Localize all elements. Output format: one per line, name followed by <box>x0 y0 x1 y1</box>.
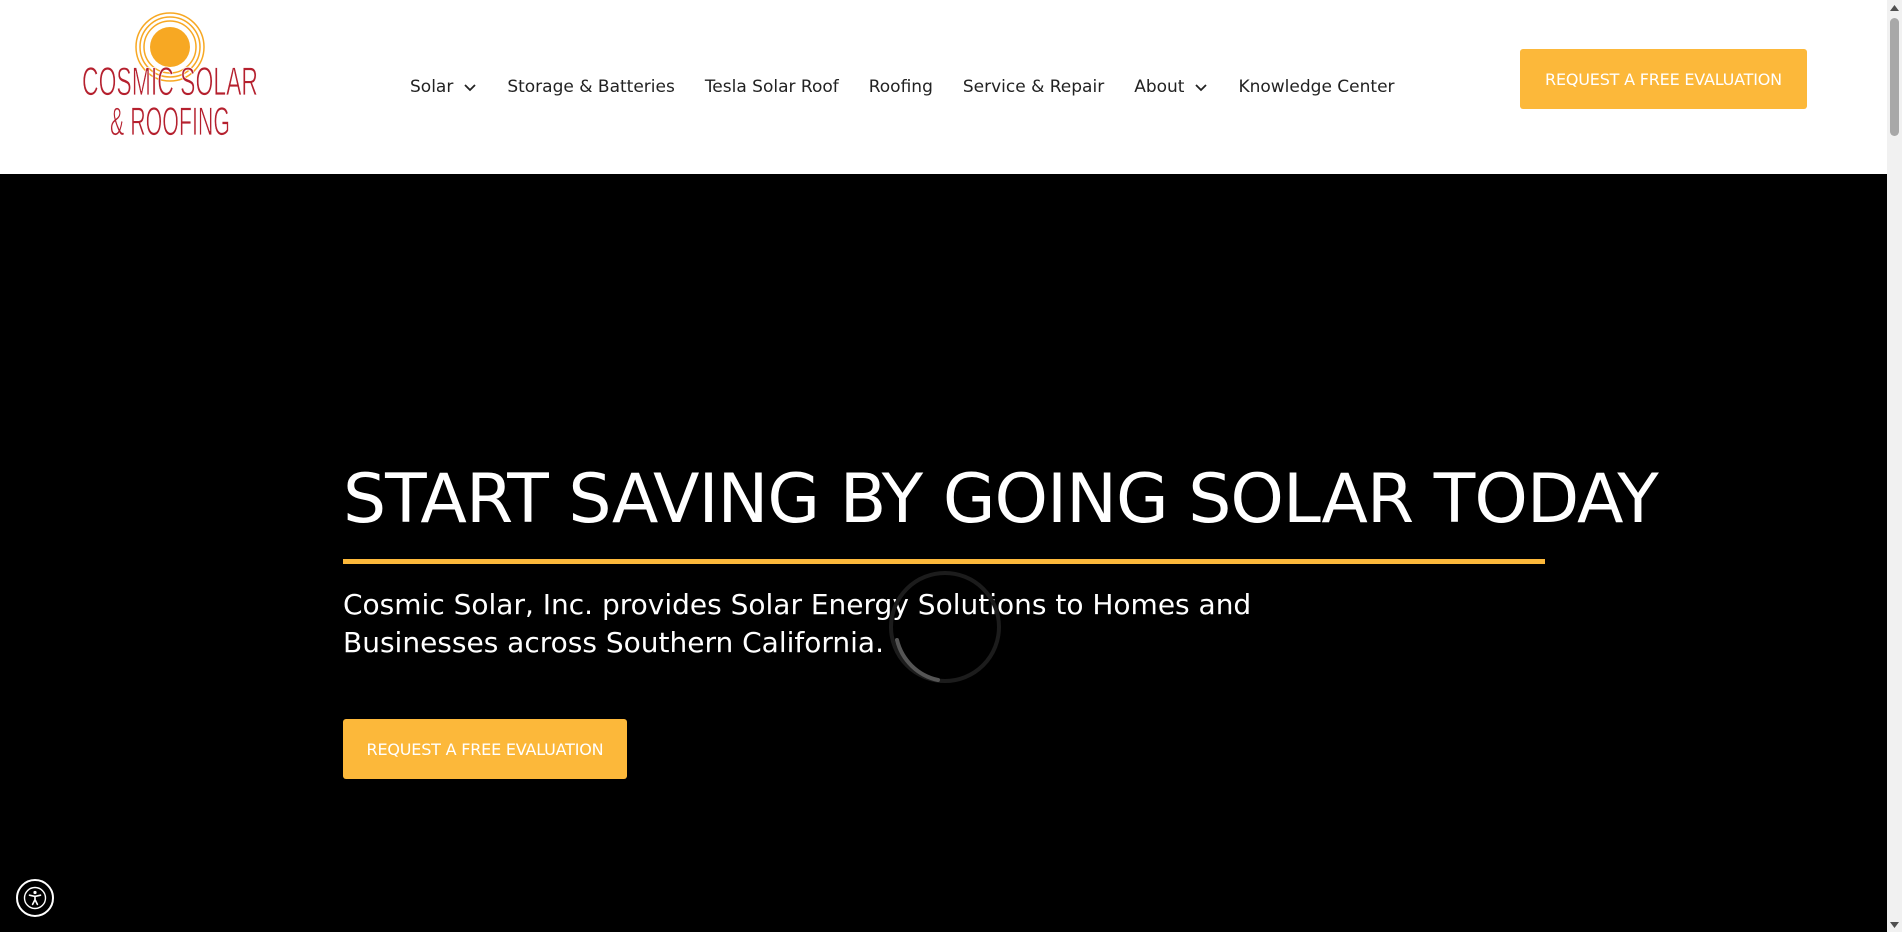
hero-section: START SAVING BY GOING SOLAR TODAY Cosmic… <box>0 174 1887 932</box>
hero-divider <box>343 559 1545 564</box>
accessibility-icon <box>23 886 47 910</box>
nav-item-about[interactable]: About <box>1134 77 1208 97</box>
nav-item-tesla-solar-roof[interactable]: Tesla Solar Roof <box>705 77 839 97</box>
nav-item-roofing[interactable]: Roofing <box>869 77 933 97</box>
page-scrollbar[interactable] <box>1887 0 1902 932</box>
scroll-down-arrow-icon[interactable] <box>1887 917 1902 932</box>
request-evaluation-button-header[interactable]: REQUEST A FREE EVALUATION <box>1520 49 1807 109</box>
scrollbar-thumb[interactable] <box>1890 18 1899 136</box>
hero-subtitle: Cosmic Solar, Inc. provides Solar Energy… <box>343 588 1252 659</box>
chevron-down-icon <box>1195 84 1208 92</box>
nav-item-label: Solar <box>410 77 454 97</box>
chevron-down-icon <box>464 84 476 92</box>
site-header: COSMIC SOLAR & ROOFING Solar Storage & B… <box>0 0 1887 174</box>
nav-item-label: Storage & Batteries <box>507 77 675 97</box>
loading-spinner-icon <box>889 571 1001 683</box>
logo-line2: & ROOFING <box>110 100 230 144</box>
nav-item-solar[interactable]: Solar <box>410 77 477 97</box>
hero-title: START SAVING BY GOING SOLAR TODAY <box>343 460 1659 539</box>
scroll-up-arrow-icon[interactable] <box>1887 0 1902 15</box>
accessibility-button[interactable] <box>16 879 54 917</box>
nav-item-label: Service & Repair <box>962 77 1105 97</box>
nav-item-storage-batteries[interactable]: Storage & Batteries <box>507 77 674 97</box>
page: COSMIC SOLAR & ROOFING Solar Storage & B… <box>0 0 1902 932</box>
cosmic-solar-logo[interactable]: COSMIC SOLAR & ROOFING <box>80 10 260 145</box>
nav-item-knowledge-center[interactable]: Knowledge Center <box>1238 77 1394 97</box>
nav-item-label: Knowledge Center <box>1238 77 1395 97</box>
nav-item-service-repair[interactable]: Service & Repair <box>963 77 1104 97</box>
logo-line1: COSMIC SOLAR <box>82 60 258 104</box>
nav-item-label: About <box>1134 77 1185 97</box>
nav-item-label: Roofing <box>868 77 933 97</box>
main-nav: Solar Storage & Batteries Tesla Solar Ro… <box>410 72 1425 102</box>
request-evaluation-button-hero[interactable]: REQUEST A FREE EVALUATION <box>343 719 627 779</box>
sun-logo-icon: COSMIC SOLAR & ROOFING <box>82 12 258 144</box>
nav-item-label: Tesla Solar Roof <box>704 77 839 97</box>
